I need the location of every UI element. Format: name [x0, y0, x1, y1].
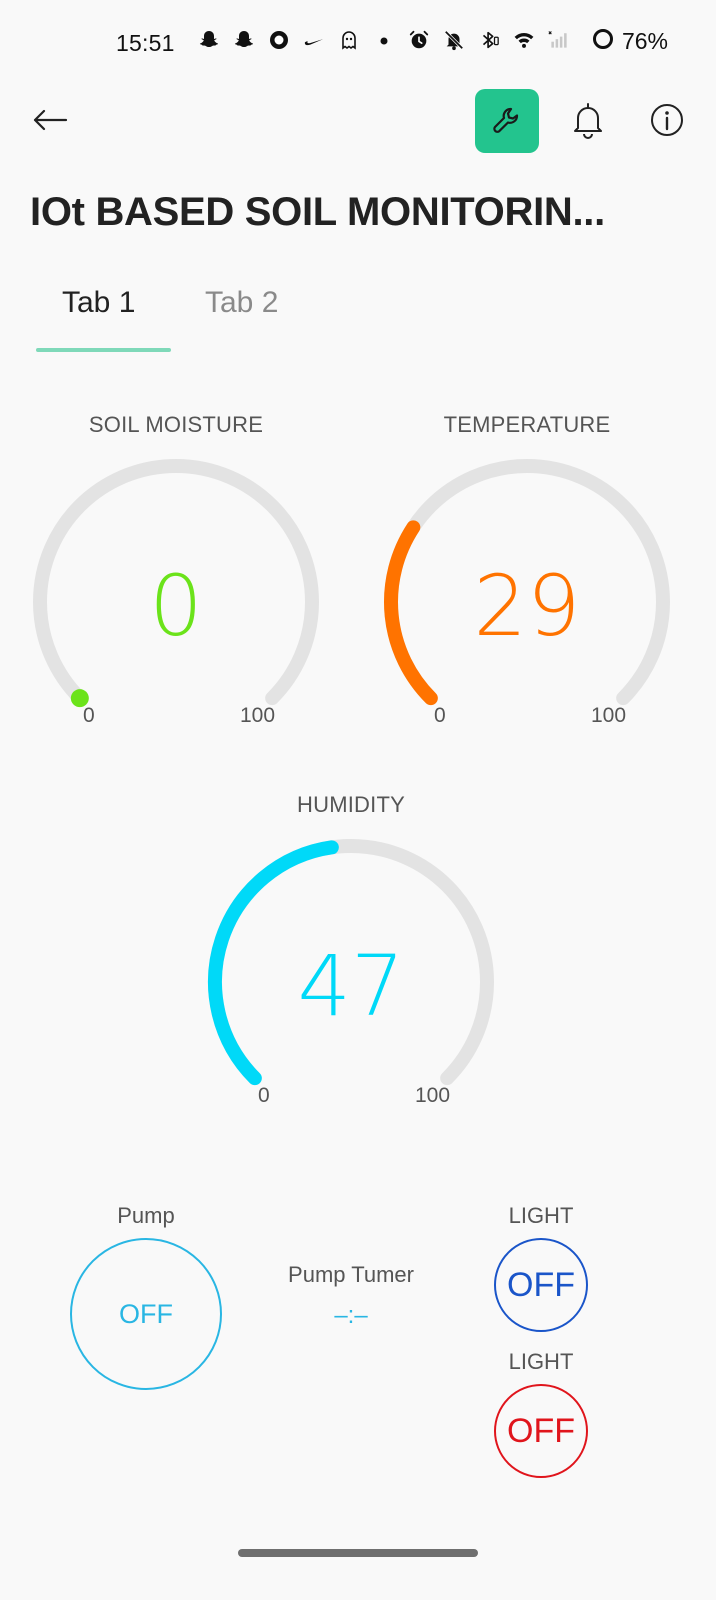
active-tab-indicator — [36, 348, 171, 352]
tab-2[interactable]: Tab 2 — [205, 286, 278, 320]
gauge-label: TEMPERATURE — [443, 412, 611, 437]
status-time: 15:51 — [116, 30, 175, 56]
gauge-label: SOIL MOISTURE — [88, 412, 264, 437]
pump-timer-value: –:– — [334, 1302, 368, 1329]
light-2-label: LIGHT — [508, 1349, 574, 1374]
gauge-value: 29 — [473, 557, 581, 655]
light-2-state: OFF — [507, 1411, 575, 1450]
pump-timer-label: Pump Tumer — [288, 1262, 414, 1287]
gauge-value: 47 — [297, 937, 405, 1035]
gauge-max-label: 100 — [240, 704, 276, 727]
snapchat-icon — [198, 28, 220, 52]
page-title: IOt BASED SOIL MONITORIN... — [30, 190, 605, 234]
gauge-value: 0 — [149, 557, 203, 655]
light-1-toggle-button[interactable]: OFF — [494, 1238, 588, 1332]
dot-icon — [373, 28, 395, 52]
settings-wrench-button[interactable] — [475, 89, 539, 153]
ghost-icon — [338, 28, 360, 52]
gauge-max-label: 100 — [591, 704, 627, 727]
status-bar: 15:51 76% — [0, 0, 716, 92]
circle-app-icon — [268, 28, 290, 52]
wrench-icon — [493, 107, 519, 133]
snapchat-icon — [233, 28, 255, 52]
light-2-toggle-button[interactable]: OFF — [494, 1384, 588, 1478]
pump-state: OFF — [119, 1298, 173, 1329]
info-icon — [651, 104, 683, 136]
pump-label: Pump — [117, 1203, 175, 1228]
pump-toggle-button[interactable]: OFF — [70, 1238, 222, 1390]
nike-icon — [303, 28, 325, 52]
tab-1[interactable]: Tab 1 — [62, 286, 135, 320]
humidity-gauge: HUMIDITY 47 0 100 — [201, 792, 501, 1112]
light-1-label: LIGHT — [508, 1203, 574, 1228]
notifications-button[interactable] — [566, 98, 610, 142]
info-button[interactable] — [645, 98, 689, 142]
light-1-state: OFF — [507, 1265, 575, 1304]
bell-icon — [574, 103, 602, 139]
signal-icon — [548, 28, 570, 52]
soil-moisture-gauge: SOIL MOISTURE 0 0 100 — [26, 412, 326, 732]
back-button[interactable] — [28, 98, 72, 142]
gauge-label: HUMIDITY — [297, 792, 405, 817]
notification-icons — [198, 28, 570, 52]
battery-ring-icon — [592, 28, 614, 55]
arrow-left-icon — [33, 109, 68, 131]
temperature-gauge: TEMPERATURE 29 0 100 — [377, 412, 677, 732]
gauge-max-label: 100 — [415, 1084, 451, 1107]
battery-percent: 76% — [621, 28, 668, 54]
gauge-min-label: 0 — [83, 704, 95, 727]
battery-area: 76% — [592, 28, 668, 55]
tab-bar: Tab 1 Tab 2 — [0, 280, 716, 352]
home-indicator[interactable] — [238, 1549, 478, 1557]
alarm-icon — [408, 28, 430, 52]
gauge-min-label: 0 — [258, 1084, 270, 1107]
wifi-icon — [513, 28, 535, 52]
bell-off-icon — [443, 28, 465, 52]
gauge-min-label: 0 — [434, 704, 446, 727]
bluetooth-icon — [478, 28, 500, 52]
